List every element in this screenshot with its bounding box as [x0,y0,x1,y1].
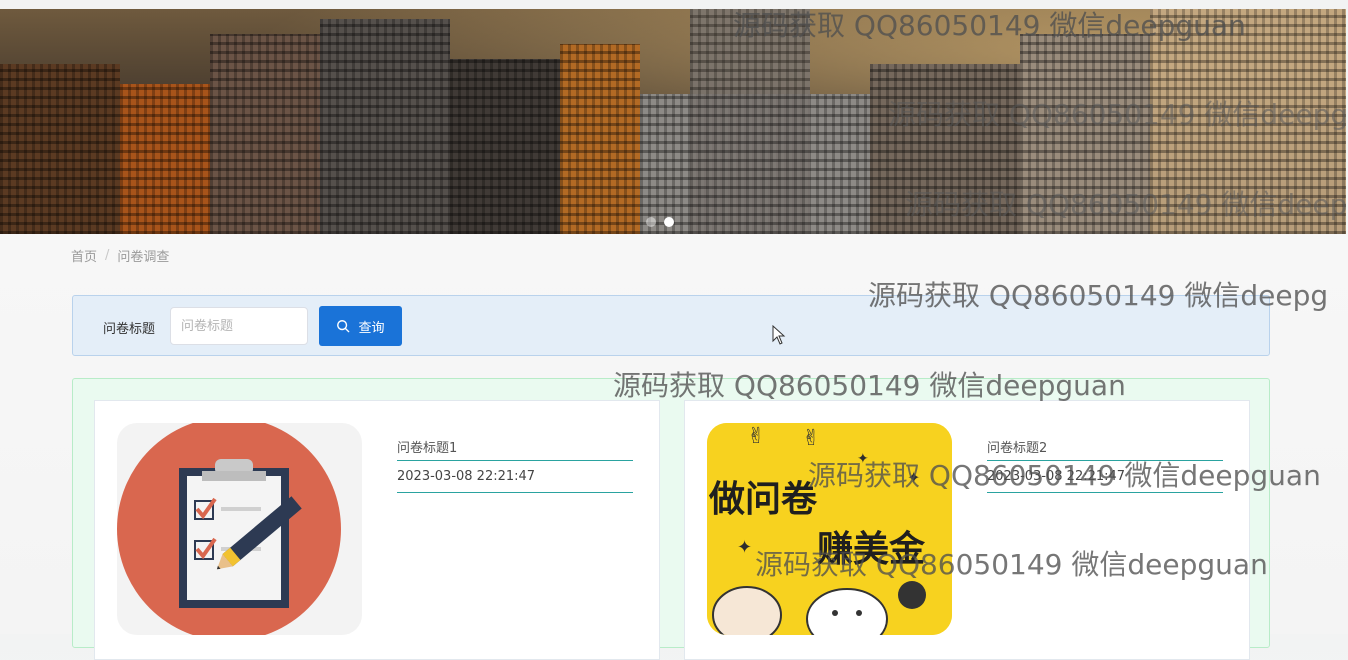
breadcrumb-current: 问卷调查 [117,250,170,265]
svg-text:✦: ✦ [907,468,920,487]
survey-card[interactable]: ✌ ✌ ✦ ✦ ✦ 做问卷 赚美金 问卷标题2 2023-03-08 22:21… [684,400,1250,660]
breadcrumb-separator: / [105,248,110,263]
poster-text-1: 做问卷 [708,479,818,520]
breadcrumb: 首页 / 问卷调查 [71,246,169,265]
building-shape [1150,9,1346,234]
search-button[interactable]: 查询 [319,306,402,346]
carousel-dot-active[interactable] [664,217,674,227]
building-shape [320,19,450,234]
svg-text:✦: ✦ [857,451,869,467]
survey-poster-image: ✌ ✌ ✦ ✦ ✦ 做问卷 赚美金 [707,423,952,635]
search-input[interactable] [170,307,308,345]
divider [987,492,1223,493]
mouse-cursor-icon [772,325,786,345]
svg-text:✌: ✌ [747,424,765,449]
building-shape [1020,34,1150,234]
building-shape [560,44,640,234]
building-shape [0,64,120,234]
svg-text:✦: ✦ [737,537,752,558]
search-icon [337,320,350,333]
survey-date: 2023-03-08 22:21:47 [987,469,1126,484]
survey-thumbnail[interactable] [117,423,362,635]
breadcrumb-home[interactable]: 首页 [71,246,97,265]
building-shape [120,84,210,234]
svg-text:✌: ✌ [802,426,820,451]
divider [397,492,633,493]
divider [987,460,1223,461]
building-shape [870,64,1020,234]
poster-text-2: 赚美金 [817,528,926,570]
search-panel: 问卷标题 查询 [72,295,1270,356]
survey-title[interactable]: 问卷标题1 [397,437,457,456]
survey-title[interactable]: 问卷标题2 [987,437,1047,456]
survey-date: 2023-03-08 22:21:47 [397,469,536,484]
survey-thumbnail[interactable]: ✌ ✌ ✦ ✦ ✦ 做问卷 赚美金 [707,423,952,635]
search-button-label: 查询 [358,320,385,336]
search-label: 问卷标题 [103,322,156,337]
carousel-indicators [646,217,674,227]
building-shape [450,59,560,234]
survey-list: 问卷标题1 2023-03-08 22:21:47 ✌ ✌ ✦ ✦ ✦ 做问卷 … [72,378,1270,660]
carousel-dot[interactable] [646,217,656,227]
clipboard-checklist-icon [117,423,341,635]
building-shape [690,9,810,234]
banner-carousel[interactable] [0,9,1346,234]
survey-card[interactable]: 问卷标题1 2023-03-08 22:21:47 [94,400,660,660]
building-shape [210,34,320,234]
divider [397,460,633,461]
